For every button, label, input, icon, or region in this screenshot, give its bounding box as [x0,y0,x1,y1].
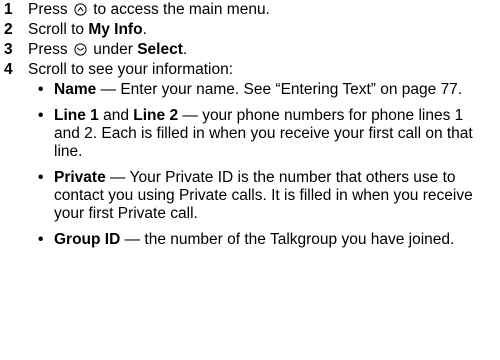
bullet-icon: • [38,81,44,98]
step-1: 1 Press to access the main menu. [4,1,500,19]
step-text: Scroll to My Info. [28,21,500,39]
item-joiner: and [98,107,134,124]
step-number: 2 [4,21,13,38]
item-title: Group ID [54,231,121,248]
step-2: 2 Scroll to My Info. [4,21,500,39]
step-text-pre: Scroll to [28,21,84,38]
step-text: Scroll to see your information: [28,61,234,78]
step-text-post: . [142,21,147,38]
bullet-icon: • [38,107,44,124]
item-description: — the number of the Talkgroup you have j… [120,231,455,248]
menu-item-name: My Info [88,21,143,38]
step-text-pre: Press [28,1,68,18]
item-title: Line 1 [54,107,99,124]
instructions-document: 1 Press to access the main menu. 2 Scrol… [0,0,500,249]
info-list: • Name — Enter your name. See “Entering … [4,81,478,249]
step-text-post: to access the main menu. [93,1,270,18]
soft-key-label: Select [137,41,183,58]
list-item: • Line 1 and Line 2 — your phone numbers… [38,107,478,161]
step-number: 1 [4,1,13,18]
bullet-icon: • [38,231,44,248]
step-number: 3 [4,41,13,58]
step-number: 4 [4,61,13,78]
item-title: Name [54,81,97,98]
step-3: 3 Press under Select. [4,41,500,59]
item-title-2: Line 2 [133,107,179,124]
item-title: Private [54,169,106,186]
step-text-pre: Press [28,41,68,58]
list-item: • Group ID — the number of the Talkgroup… [38,231,478,249]
step-4: 4 Scroll to see your information: [4,61,500,79]
list-item: • Private — Your Private ID is the numbe… [38,169,478,223]
step-text: Press under Select. [28,41,500,59]
item-description: — Your Private ID is the number that oth… [54,169,473,222]
soft-key-icon [74,43,87,56]
bullet-icon: • [38,169,44,186]
list-item: • Name — Enter your name. See “Entering … [38,81,478,99]
step-text-post: . [182,41,188,58]
step-text-mid: under [93,41,133,58]
step-text: Press to access the main menu. [28,1,500,19]
item-description: — Enter your name. See “Entering Text” o… [96,81,463,98]
menu-key-icon [74,3,87,16]
